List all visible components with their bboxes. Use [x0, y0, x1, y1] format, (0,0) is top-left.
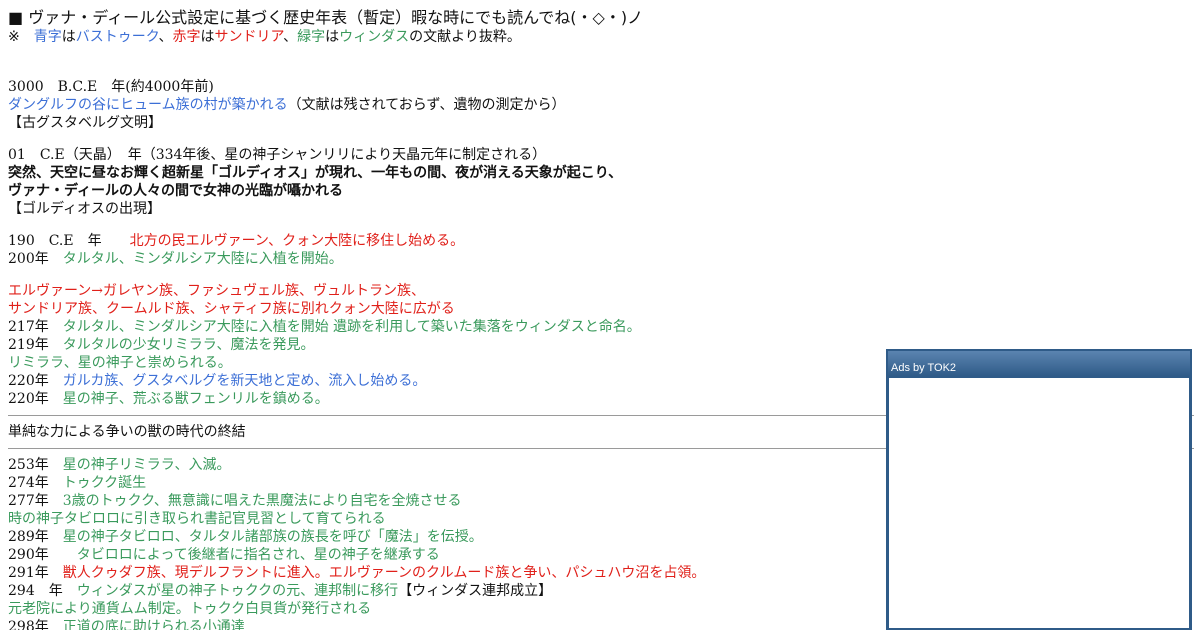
entry-event: タビロロによって後継者に指名され、星の神子を継承する: [62, 547, 440, 563]
entry-200-event: タルタル、ミンダルシア大陸に入植を開始。: [62, 251, 343, 267]
era-3000-date: 3000 B.C.E 年(約4000年前): [8, 79, 214, 95]
ad-header: Ads by TOK2: [888, 351, 1190, 376]
note-red-word: 赤字: [172, 29, 201, 45]
note-comma-1: 、: [158, 29, 173, 45]
entry-year: 277年: [8, 493, 63, 509]
entry-294-year: 294 年: [8, 583, 77, 599]
era-190-event: 北方の民エルヴァーン、クォン大陸に移住し始める。: [129, 233, 465, 249]
entry-year: 289年: [8, 529, 63, 545]
era-3000-label: 【古グスタベルグ文明】: [8, 115, 162, 131]
era-01-date: 01 C.E（天晶） 年（334年後、星の神子シャンリリにより天晶元年に制定され…: [8, 147, 547, 163]
ad-content-frame[interactable]: [888, 376, 1190, 628]
entry-cut-event: 正道の底に助けられる小通達: [62, 619, 245, 630]
entry-200-year: 200年: [8, 251, 63, 267]
era-3000-event: ダングルフの谷にヒューム族の村が築かれる（文献は残されておらず、遺物の測定から）: [8, 96, 1194, 114]
note-red-source: サンドリア: [214, 29, 284, 45]
entry-year: 274年: [8, 475, 63, 491]
entry-event: ガルカ族、グスタベルグを新天地と定め、流入し始める。: [62, 373, 427, 389]
note-prefix: ※: [8, 29, 34, 45]
timeline-entry: 217年 タルタル、ミンダルシア大陸に入植を開始 遺跡を利用して築いた集落をウィ…: [8, 318, 1194, 336]
era-190-entry: 190 C.E 年 北方の民エルヴァーン、クォン大陸に移住し始める。: [8, 232, 1194, 250]
note-green-word: 緑字: [297, 29, 326, 45]
ad-panel[interactable]: Ads by TOK2: [886, 349, 1192, 630]
era-01-event-line-2: ヴァナ・ディールの人々の間で女神の光臨が囁かれる: [8, 183, 344, 199]
era-3000-event-note: （文献は残されておらず、遺物の測定から）: [287, 97, 566, 113]
note-wa-2: は: [200, 29, 215, 45]
entry-event: 3歳のトゥクク、無意識に唱えた黒魔法により自宅を全焼させる: [62, 493, 462, 509]
note-wa-1: は: [61, 29, 76, 45]
note-comma-2: 、: [283, 29, 298, 45]
entry-event: 星の神子タビロロ、タルタル諸部族の族長を呼び「魔法」を伝授。: [62, 529, 483, 545]
page-title: ■ ヴァナ・ディール公式設定に基づく歴史年表（暫定）暇な時にでも読んでね(・◇・…: [8, 8, 644, 27]
entry-year: 290年: [8, 547, 63, 563]
entry-event: タルタル、ミンダルシア大陸に入植を開始 遺跡を利用して築いた集落をウィンダスと命…: [62, 319, 641, 335]
note-blue-source: バストゥーク: [75, 29, 159, 45]
note-suffix: の文献より抜粋。: [409, 29, 521, 45]
entry-event: 星の神子、荒ぶる獣フェンリルを鎮める。: [62, 391, 329, 407]
entry-event: 星の神子リミララ、入滅。: [62, 457, 231, 473]
entry-year: 220年: [8, 373, 63, 389]
era-01-event-line-1: 突然、天空に昼なお輝く超新星「ゴルディオス」が現れ、一年もの間、夜が消える天象が…: [8, 165, 623, 181]
entry-event: タルタルの少女リミララ、魔法を発見。: [62, 337, 315, 353]
entry-200: 200年 タルタル、ミンダルシア大陸に入植を開始。: [8, 250, 1194, 268]
entry-year: 220年: [8, 391, 63, 407]
entry-year: 253年: [8, 457, 63, 473]
entry-294-label: 【ウィンダス連邦成立】: [398, 583, 553, 599]
note-blue-word: 青字: [33, 29, 62, 45]
elvaan-split-line-1: エルヴァーン→ガレヤン族、ファシュヴェル族、ヴュルトラン族、: [8, 283, 426, 299]
era-190-date: 190 C.E 年: [8, 233, 130, 249]
note-green-source: ウィンダス: [339, 29, 410, 45]
entry-cut-year: 298年: [8, 619, 63, 630]
entry-291-year: 291年: [8, 565, 63, 581]
note-wa-3: は: [325, 29, 340, 45]
entry-291-event: 獣人クゥダフ族、現デルフラントに進入。エルヴァーンのクルムード族と争い、パシュハ…: [62, 565, 706, 581]
color-legend-note: ※ 青字はバストゥーク、赤字はサンドリア、緑字はウィンダスの文献より抜粋。: [8, 28, 1194, 46]
entry-event: トゥクク誕生: [62, 475, 147, 491]
elvaan-split-line-2: サンドリア族、クームルド族、シャティフ族に別れクォン大陸に広がる: [8, 301, 455, 317]
era-01-label: 【ゴルディオスの出現】: [8, 201, 162, 217]
entry-year: 219年: [8, 337, 63, 353]
entry-year: 217年: [8, 319, 63, 335]
era-3000-event-text: ダングルフの谷にヒューム族の村が築かれる: [8, 97, 288, 113]
entry-294-event: ウィンダスが星の神子トゥククの元、連邦制に移行: [76, 583, 399, 599]
